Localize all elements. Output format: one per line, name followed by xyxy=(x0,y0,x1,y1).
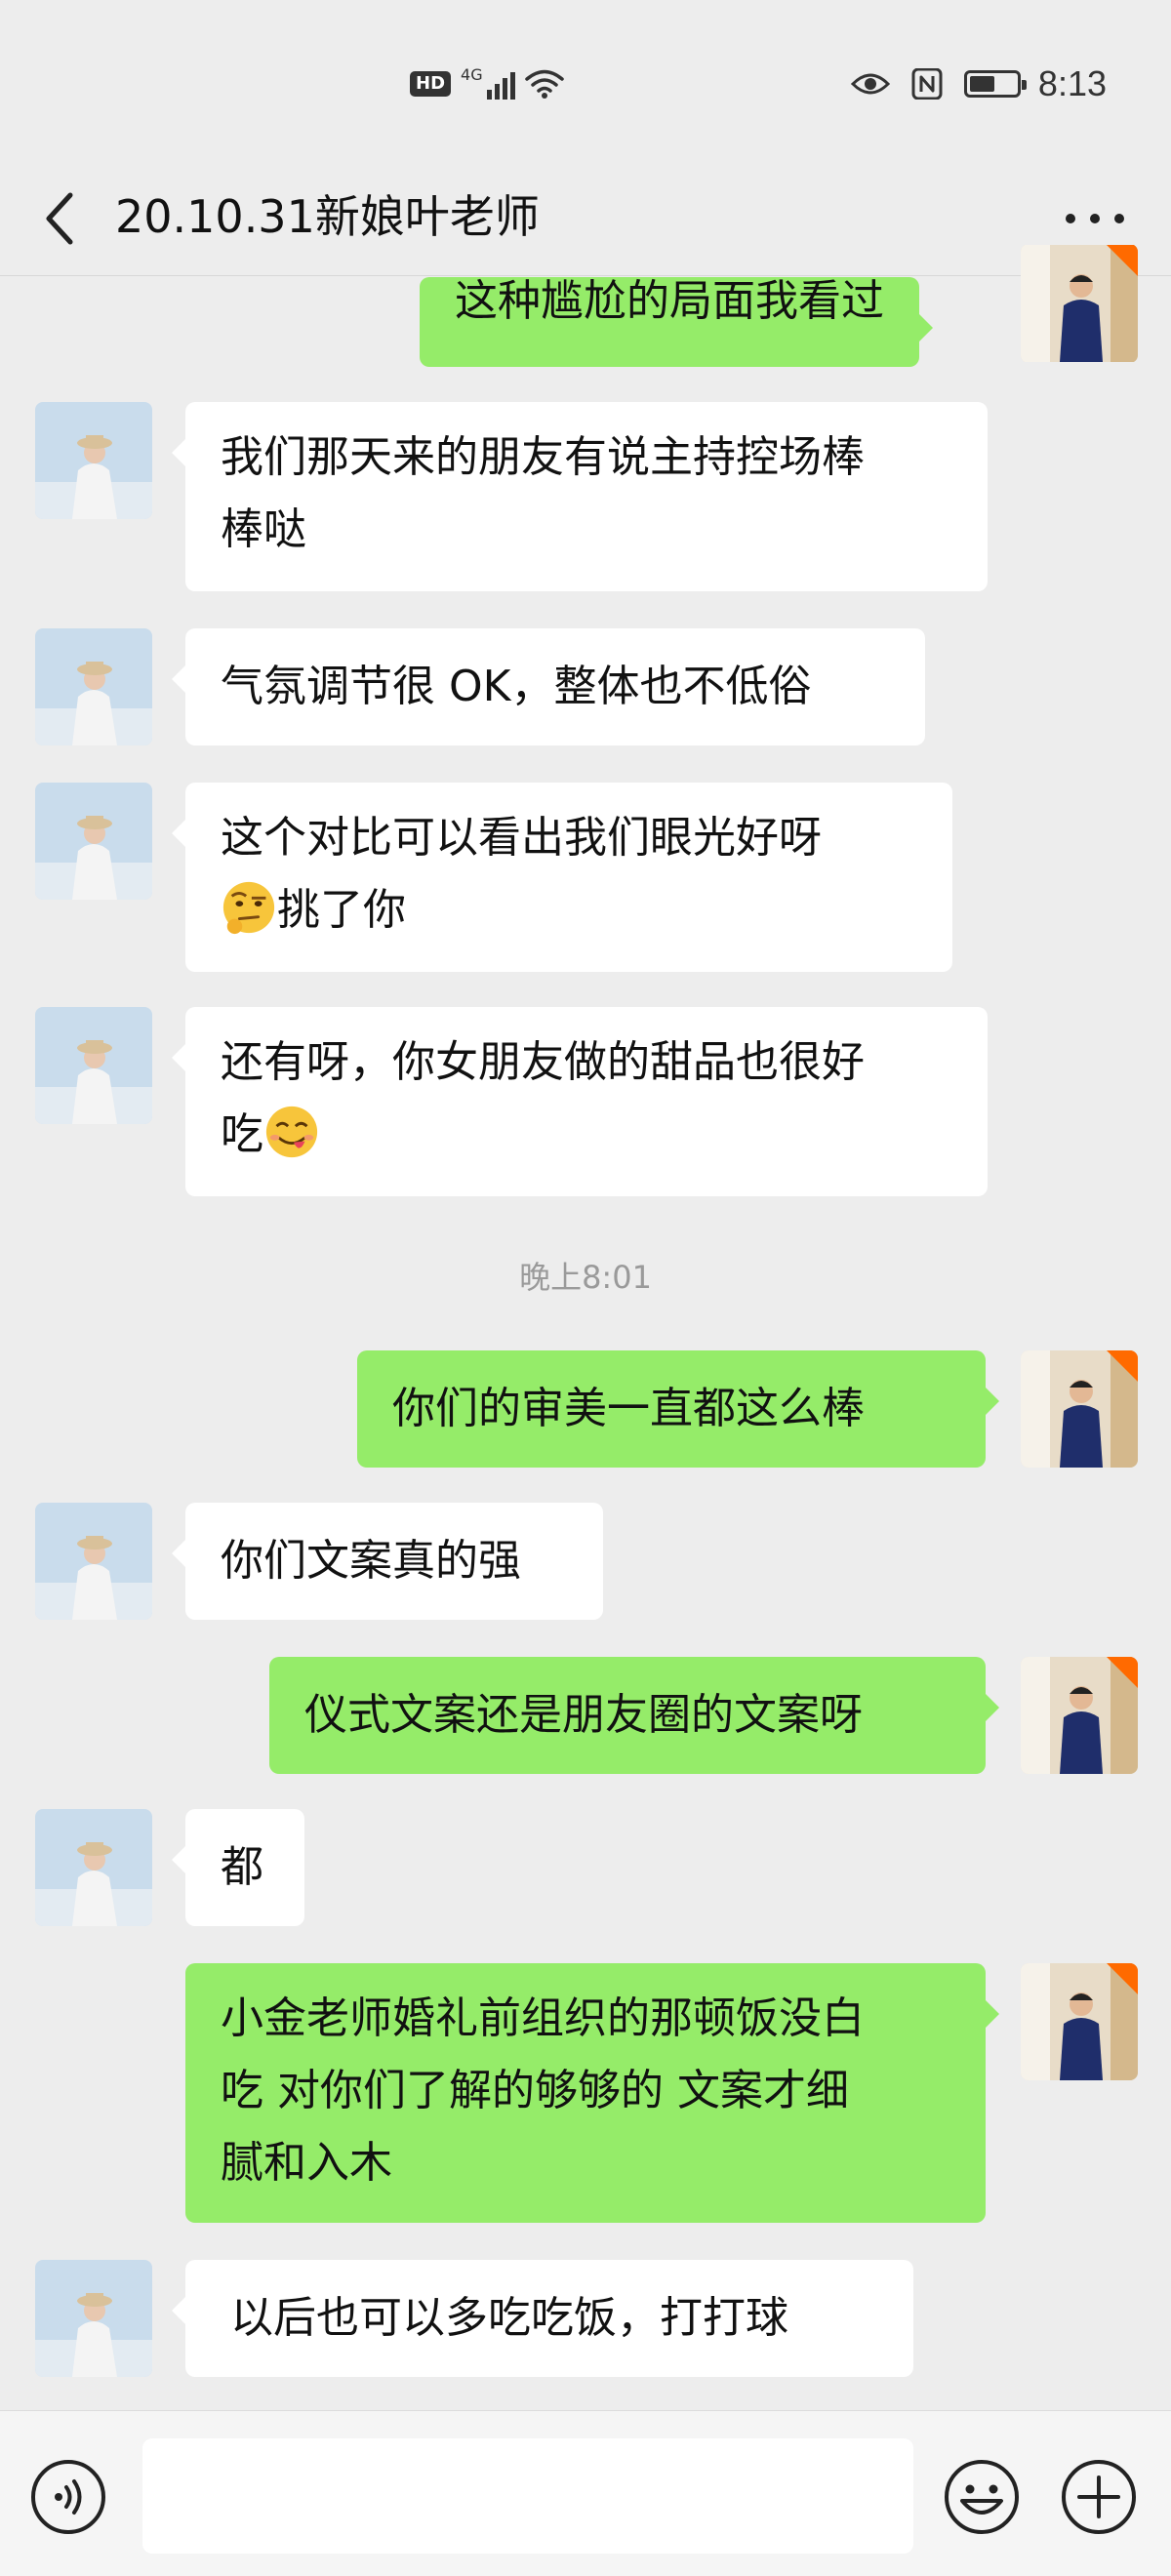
network-indicators: HD 4G xyxy=(410,64,564,103)
message-text: 这个对比可以看出我们眼光好呀 xyxy=(221,813,822,863)
status-bar: HD 4G 8:13 xyxy=(0,0,1171,166)
message-text: 吃 对你们了解的够够的 文案才细 xyxy=(221,2066,849,2115)
contact-avatar[interactable] xyxy=(35,2260,152,2377)
contact-avatar[interactable] xyxy=(35,1503,152,1620)
message-bubble-incoming[interactable]: 我们那天来的朋友有说主持控场棒 棒哒 xyxy=(172,402,988,591)
input-bar xyxy=(0,2410,1171,2576)
message-text: 我们那天来的朋友有说主持控场棒 xyxy=(221,432,865,482)
yum-face-emoji xyxy=(265,1106,318,1158)
eye-icon xyxy=(850,73,890,95)
chat-screen: HD 4G 8:13 20.10.31新娘叶老师 这种尴尬的局面我看过 我们那天… xyxy=(0,0,1171,2576)
message-text: 棒哒 xyxy=(221,504,306,554)
message-text: 吃 xyxy=(221,1109,263,1159)
message-text: 还有呀，你女朋友做的甜品也很好 xyxy=(221,1037,865,1087)
my-avatar[interactable] xyxy=(1021,1657,1138,1774)
message-text: 你们文案真的强 xyxy=(221,1536,521,1586)
nfc-icon xyxy=(911,68,943,100)
chat-title: 20.10.31新娘叶老师 xyxy=(115,190,540,243)
message-bubble-incoming[interactable]: 还有呀，你女朋友做的甜品也很好 吃 xyxy=(172,1007,988,1196)
contact-avatar[interactable] xyxy=(35,783,152,900)
chat-header: 20.10.31新娘叶老师 xyxy=(0,166,1171,271)
message-text: 你们的审美一直都这么棒 xyxy=(392,1384,865,1433)
message-bubble-outgoing[interactable]: 你们的审美一直都这么棒 xyxy=(357,1350,999,1468)
emoji-picker-icon[interactable] xyxy=(943,2458,1021,2536)
message-bubble-incoming[interactable]: 这个对比可以看出我们眼光好呀 挑了你 xyxy=(172,783,952,972)
message-text: 小金老师婚礼前组织的那顿饭没白 xyxy=(221,1993,865,2043)
message-text: 仪式文案还是朋友圈的文案呀 xyxy=(304,1690,863,1740)
message-bubble-incoming[interactable]: 都 xyxy=(172,1809,304,1926)
contact-avatar[interactable] xyxy=(35,402,152,519)
message-bubble-incoming[interactable]: 以后也可以多吃吃饭，打打球 xyxy=(172,2260,913,2377)
back-icon[interactable] xyxy=(35,180,84,258)
raised-eyebrow-emoji xyxy=(222,881,275,935)
contact-avatar[interactable] xyxy=(35,1007,152,1124)
message-text: 腻和入木 xyxy=(221,2138,392,2188)
battery-icon xyxy=(963,70,1027,98)
more-functions-icon[interactable] xyxy=(1060,2458,1138,2536)
message-text: 气氛调节很 OK，整体也不低俗 xyxy=(221,662,812,711)
message-input[interactable] xyxy=(142,2438,913,2554)
message-bubble-incoming[interactable]: 气氛调节很 OK，整体也不低俗 xyxy=(172,628,925,745)
my-avatar[interactable] xyxy=(1021,244,1138,363)
my-avatar[interactable] xyxy=(1021,1963,1138,2080)
message-bubble-incoming[interactable]: 你们文案真的强 xyxy=(172,1503,603,1620)
contact-avatar[interactable] xyxy=(35,1809,152,1926)
message-text: 挑了你 xyxy=(277,885,406,935)
message-text: 这种尴尬的局面我看过 xyxy=(455,276,884,326)
my-avatar[interactable] xyxy=(1021,1350,1138,1468)
time-separator: 晚上8:01 xyxy=(519,1259,652,1296)
more-options-icon[interactable] xyxy=(1066,197,1124,240)
system-indicators: 8:13 xyxy=(850,63,1107,103)
network-type: 4G xyxy=(461,64,483,84)
message-bubble-outgoing[interactable]: 小金老师婚礼前组织的那顿饭没白 吃 对你们了解的够够的 文案才细 腻和入木 xyxy=(185,1963,999,2223)
battery-level xyxy=(969,76,994,92)
clock: 8:13 xyxy=(1037,63,1107,103)
hd-badge: HD xyxy=(410,71,452,97)
message-text: 都 xyxy=(221,1842,263,1892)
message-bubble-outgoing[interactable]: 这种尴尬的局面我看过 xyxy=(420,276,933,367)
chevron-left-icon xyxy=(46,192,73,245)
message-bubble-outgoing[interactable]: 仪式文案还是朋友圈的文案呀 xyxy=(269,1657,999,1774)
signal-icon xyxy=(486,68,515,100)
voice-input-icon[interactable] xyxy=(29,2458,107,2536)
message-text: 以后也可以多吃吃饭，打打球 xyxy=(230,2293,788,2343)
contact-avatar[interactable] xyxy=(35,628,152,745)
wifi-icon xyxy=(524,69,564,99)
